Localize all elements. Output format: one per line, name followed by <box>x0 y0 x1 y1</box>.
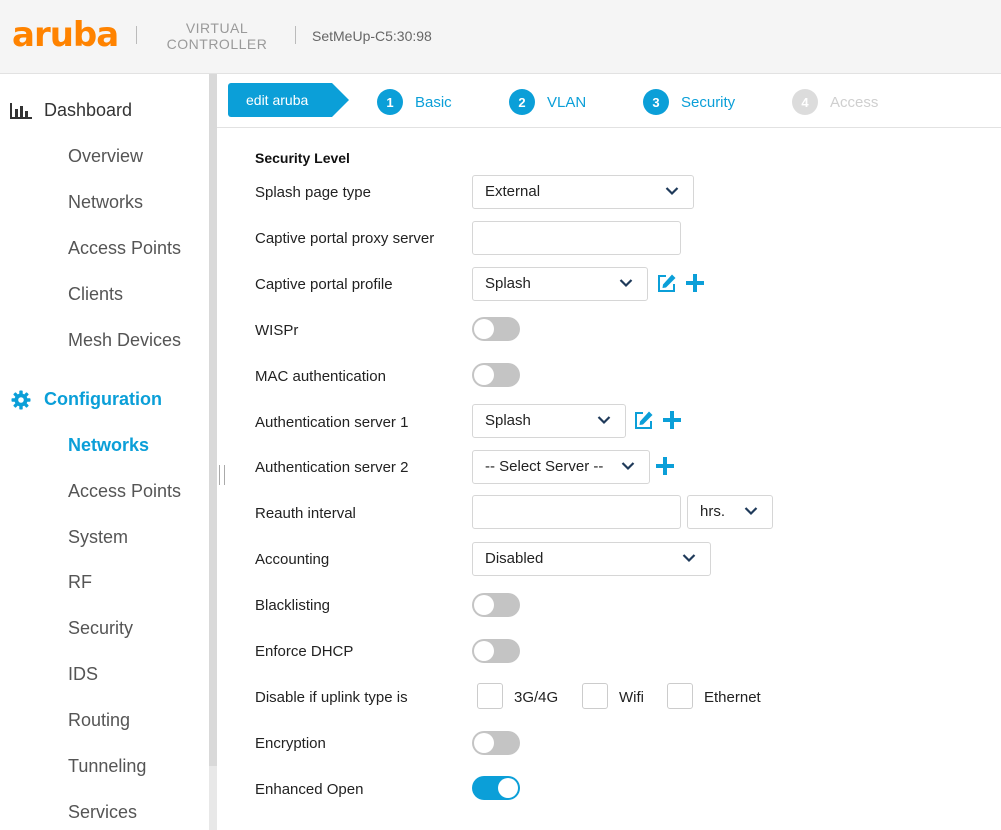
select-value: Splash <box>485 412 531 429</box>
step-label: Security <box>681 93 736 111</box>
product-name-line2: CONTROLLER <box>166 36 268 52</box>
uplink-wifi-label: Wifi <box>619 689 644 706</box>
select-value: Disabled <box>485 550 544 567</box>
edit-network-button[interactable]: edit aruba <box>228 83 332 117</box>
enforce-dhcp-toggle[interactable] <box>472 639 520 663</box>
add-icon[interactable] <box>661 409 683 431</box>
wispr-label: WISPr <box>255 322 299 339</box>
chevron-down-icon <box>665 187 679 196</box>
step-number: 2 <box>509 89 535 115</box>
sidebar-item-security[interactable]: Security <box>68 618 133 639</box>
splash-page-type-select[interactable]: External <box>472 175 694 209</box>
sidebar-item-ids[interactable]: IDS <box>68 664 98 685</box>
sidebar-item-mesh-devices[interactable]: Mesh Devices <box>68 330 181 351</box>
wizard-step-vlan[interactable]: 2 VLAN <box>509 89 586 115</box>
encryption-label: Encryption <box>255 735 326 752</box>
sidebar-section-label: Configuration <box>44 389 162 409</box>
uplink-ethernet-label: Ethernet <box>704 689 761 706</box>
captive-profile-select[interactable]: Splash <box>472 267 648 301</box>
wispr-toggle[interactable] <box>472 317 520 341</box>
captive-profile-label: Captive portal profile <box>255 276 393 293</box>
reauth-input[interactable] <box>472 495 681 529</box>
captive-proxy-label: Captive portal proxy server <box>255 230 435 247</box>
accounting-select[interactable]: Disabled <box>472 542 711 576</box>
sidebar-item-rf[interactable]: RF <box>68 572 92 593</box>
step-number: 4 <box>792 89 818 115</box>
enforce-dhcp-label: Enforce DHCP <box>255 643 354 660</box>
blacklisting-toggle[interactable] <box>472 593 520 617</box>
add-icon[interactable] <box>654 455 676 477</box>
accounting-label: Accounting <box>255 551 330 568</box>
wizard-step-basic[interactable]: 1 Basic <box>377 89 452 115</box>
header-divider <box>295 26 296 44</box>
step-label: Basic <box>415 93 452 111</box>
sidebar-item-tunneling[interactable]: Tunneling <box>68 756 146 777</box>
aruba-logo[interactable]: aruba <box>12 17 119 53</box>
select-value: External <box>485 183 541 200</box>
sidebar-section-configuration[interactable]: Configuration <box>10 389 162 410</box>
step-number: 3 <box>643 89 669 115</box>
section-title: Security Level <box>255 150 350 166</box>
wizard-step-access: 4 Access <box>792 89 878 115</box>
reauth-unit-select[interactable]: hrs. <box>687 495 773 529</box>
header-divider <box>136 26 137 44</box>
sidebar-item-config-access-points[interactable]: Access Points <box>68 481 181 502</box>
device-name: SetMeUp-C5:30:98 <box>312 28 432 44</box>
sidebar-item-config-networks[interactable]: Networks <box>68 435 149 456</box>
uplink-3g4g-label: 3G/4G <box>514 689 559 706</box>
encryption-toggle[interactable] <box>472 731 520 755</box>
product-name-line1: VIRTUAL <box>185 20 249 36</box>
gear-icon <box>10 390 32 410</box>
step-label: VLAN <box>547 93 587 111</box>
uplink-ethernet-checkbox[interactable] <box>667 683 693 709</box>
wizard-bar: edit aruba 1 Basic 2 VLAN 3 Security 4 A… <box>217 74 1001 128</box>
blacklisting-label: Blacklisting <box>255 597 331 614</box>
disable-uplink-label: Disable if uplink type is <box>255 689 408 706</box>
sidebar-item-access-points[interactable]: Access Points <box>68 238 181 259</box>
chevron-down-icon <box>682 554 696 563</box>
wizard-step-security[interactable]: 3 Security <box>643 89 735 115</box>
select-value: Splash <box>485 275 531 292</box>
sidebar-scrollbar-thumb[interactable] <box>209 74 217 766</box>
wizard-arrow <box>332 83 349 117</box>
sidebar-section-label: Dashboard <box>44 100 133 120</box>
auth-server1-select[interactable]: Splash <box>472 404 626 438</box>
captive-proxy-input[interactable] <box>472 221 681 255</box>
mac-auth-toggle[interactable] <box>472 363 520 387</box>
select-value: -- Select Server -- <box>485 458 604 475</box>
sidebar-item-system[interactable]: System <box>68 527 128 548</box>
step-number: 1 <box>377 89 403 115</box>
enhanced-open-toggle[interactable] <box>472 776 520 800</box>
sidebar-item-overview[interactable]: Overview <box>68 146 143 167</box>
panel-resize-handle[interactable] <box>219 465 225 485</box>
add-icon[interactable] <box>684 272 706 294</box>
edit-icon[interactable] <box>655 272 677 294</box>
uplink-wifi-checkbox[interactable] <box>582 683 608 709</box>
sidebar-section-dashboard[interactable]: Dashboard <box>10 100 132 121</box>
bar-chart-icon <box>10 101 32 121</box>
product-name: VIRTUAL CONTROLLER <box>162 20 272 52</box>
mac-auth-label: MAC authentication <box>255 368 386 385</box>
splash-page-type-label: Splash page type <box>255 184 371 201</box>
app-header: aruba VIRTUAL CONTROLLER SetMeUp-C5:30:9… <box>0 0 1001 74</box>
sidebar-item-clients[interactable]: Clients <box>68 284 123 305</box>
enhanced-open-label: Enhanced Open <box>255 781 364 798</box>
sidebar-item-routing[interactable]: Routing <box>68 710 130 731</box>
chevron-down-icon <box>744 507 758 516</box>
chevron-down-icon <box>597 416 611 425</box>
auth-server2-label: Authentication server 2 <box>255 459 409 476</box>
select-value: hrs. <box>700 503 726 520</box>
reauth-label: Reauth interval <box>255 505 356 522</box>
chevron-down-icon <box>621 462 635 471</box>
step-label: Access <box>830 93 879 111</box>
edit-icon[interactable] <box>632 409 654 431</box>
sidebar-item-networks[interactable]: Networks <box>68 192 143 213</box>
auth-server1-label: Authentication server 1 <box>255 414 409 431</box>
uplink-3g4g-checkbox[interactable] <box>477 683 503 709</box>
auth-server2-select[interactable]: -- Select Server -- <box>472 450 650 484</box>
sidebar-item-services[interactable]: Services <box>68 802 137 823</box>
chevron-down-icon <box>619 279 633 288</box>
